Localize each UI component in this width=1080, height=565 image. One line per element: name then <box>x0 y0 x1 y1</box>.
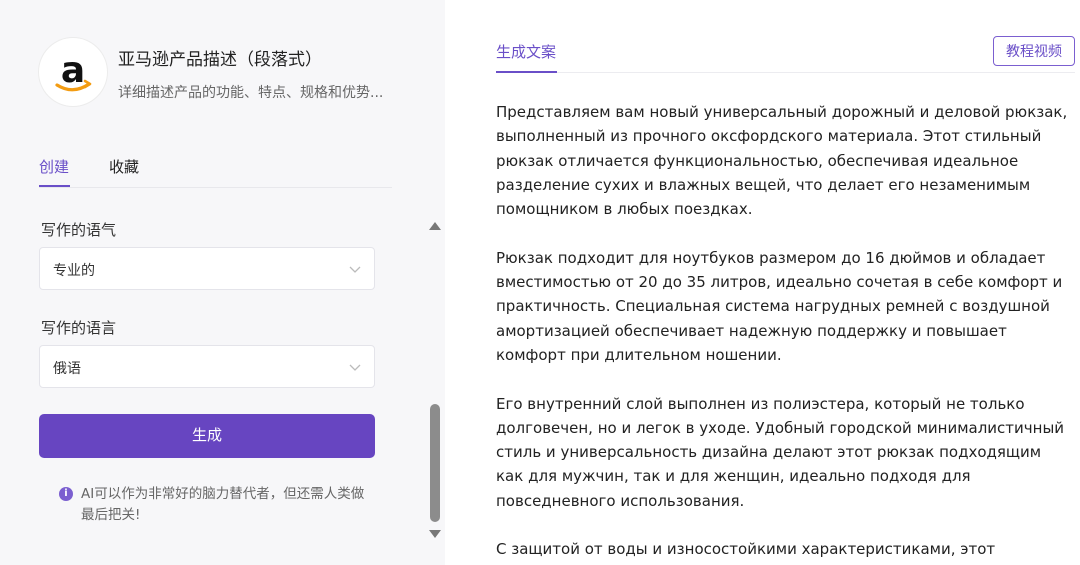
tab-generated-copy[interactable]: 生成文案 <box>496 41 556 62</box>
header-divider <box>496 72 1075 73</box>
app-title: 亚马逊产品描述（段落式） <box>118 50 322 70</box>
tab-favorites[interactable]: 收藏 <box>109 156 139 177</box>
language-select-value: 俄语 <box>53 361 81 377</box>
svg-text:a: a <box>61 50 85 91</box>
scroll-up-arrow[interactable] <box>429 222 441 230</box>
tone-select-value: 专业的 <box>53 263 95 279</box>
language-select[interactable]: 俄语 <box>39 345 375 388</box>
generated-content: Представляем вам новый универсальный дор… <box>496 100 1068 565</box>
tone-label: 写作的语气 <box>41 221 117 239</box>
active-tab-indicator <box>39 185 70 187</box>
tutorial-video-button[interactable]: 教程视频 <box>993 36 1075 66</box>
language-label: 写作的语言 <box>41 319 117 337</box>
active-tab-indicator <box>496 71 557 73</box>
chevron-down-icon <box>349 364 361 371</box>
tip-text: AI可以作为非常好的脑力替代者，但还需人类做最后把关! <box>81 486 365 523</box>
tab-create[interactable]: 创建 <box>39 156 69 177</box>
right-panel: 生成文案 教程视频 Представляем вам новый универс… <box>445 0 1080 565</box>
scrollbar-thumb[interactable] <box>430 404 440 522</box>
content-paragraph: Его внутренний слой выполнен из полиэсте… <box>496 394 1065 510</box>
generate-button[interactable]: 生成 <box>39 414 375 458</box>
chevron-down-icon <box>349 266 361 273</box>
content-paragraph: С защитой от воды и износостойкими харак… <box>496 540 996 559</box>
tone-select[interactable]: 专业的 <box>39 247 375 290</box>
content-paragraph: Представляем вам новый универсальный дор… <box>496 103 1068 219</box>
mode-tabs: 创建 收藏 <box>39 152 392 188</box>
scroll-down-arrow[interactable] <box>429 530 441 538</box>
info-icon: i <box>59 487 73 501</box>
amazon-logo-icon: a <box>39 38 107 106</box>
content-paragraph: Рюкзак подходит для ноутбуков размером д… <box>496 248 1063 364</box>
app-description: 详细描述产品的功能、特点、规格和优势... <box>118 85 384 101</box>
left-panel: a 亚马逊产品描述（段落式） 详细描述产品的功能、特点、规格和优势... 创建 … <box>0 0 445 565</box>
